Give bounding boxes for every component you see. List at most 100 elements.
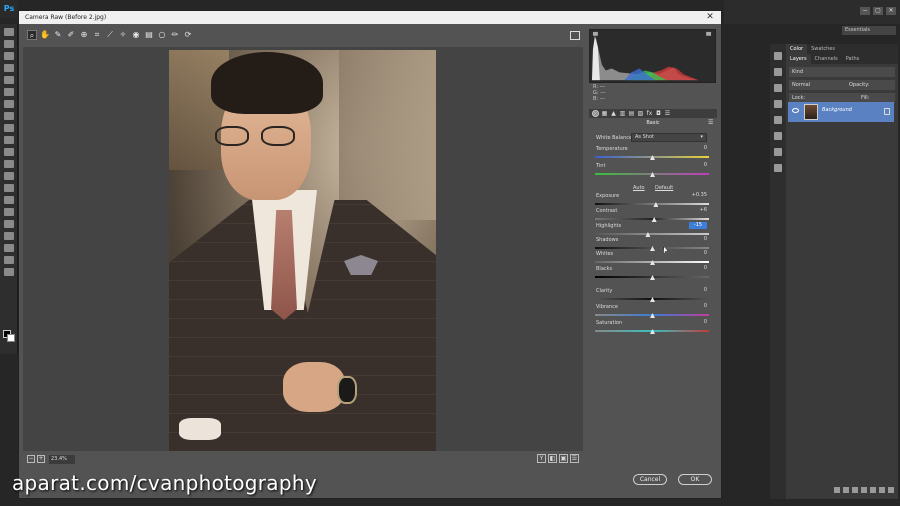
group-icon[interactable] (870, 487, 876, 493)
tab-hsl-icon[interactable]: ▥ (619, 110, 626, 117)
slider-value-field[interactable]: +6 (689, 207, 707, 214)
zoom-in-button[interactable]: + (37, 455, 45, 463)
slider-value-field[interactable]: -15 (689, 222, 707, 229)
new-layer-icon[interactable] (879, 487, 885, 493)
red-eye-icon[interactable]: ◉ (131, 30, 141, 40)
zoom-out-button[interactable]: − (27, 455, 35, 463)
pen-tool-icon[interactable] (3, 196, 14, 204)
lock-icon[interactable] (884, 108, 890, 115)
lasso-tool-icon[interactable] (3, 52, 14, 60)
rotate-icon[interactable]: ⟳ (183, 30, 193, 40)
slider-value-field[interactable]: 0 (689, 287, 707, 294)
type-tool-icon[interactable] (3, 208, 14, 216)
crop-icon[interactable]: ⌗ (92, 30, 102, 40)
slider-vibrance[interactable]: Vibrance 0 (595, 303, 709, 318)
shape-tool-icon[interactable] (3, 232, 14, 240)
tab-detail-icon[interactable]: ▲ (610, 110, 617, 117)
zoom-tool-icon[interactable] (3, 256, 14, 264)
slider-whites[interactable]: Whites 0 (595, 250, 709, 265)
slider-track[interactable] (595, 203, 709, 205)
swap-settings-button[interactable]: ◧ (548, 454, 557, 463)
slider-value-field[interactable]: 0 (689, 319, 707, 326)
slider-highlights[interactable]: Highlights -15 (595, 222, 709, 237)
tab-camera-calibration-icon[interactable]: ◘ (655, 110, 662, 117)
eraser-tool-icon[interactable] (3, 148, 14, 156)
slider-track[interactable] (595, 218, 709, 220)
fullscreen-toggle-icon[interactable] (570, 31, 580, 40)
slider-contrast[interactable]: Contrast +6 (595, 207, 709, 222)
gradient-tool-icon[interactable] (3, 160, 14, 168)
quick-select-tool-icon[interactable] (3, 64, 14, 72)
slider-exposure[interactable]: Exposure +0.35 (595, 192, 709, 207)
move-tool-icon[interactable] (3, 28, 14, 36)
adjustment-layer-icon[interactable] (861, 487, 867, 493)
healing-tool-icon[interactable] (3, 100, 14, 108)
slider-value-field[interactable]: 0 (689, 265, 707, 272)
slider-clarity[interactable]: Clarity 0 (595, 287, 709, 302)
cancel-button[interactable]: Cancel (633, 474, 667, 485)
blend-mode-select[interactable]: Normal Opacity: (789, 80, 895, 90)
spot-removal-icon[interactable]: ✧ (118, 30, 128, 40)
stamp-tool-icon[interactable] (3, 124, 14, 132)
color-sampler-icon[interactable]: ✐ (66, 30, 76, 40)
tab-tone-curve-icon[interactable]: ▦ (601, 110, 608, 117)
tab-split-toning-icon[interactable]: ▤ (628, 110, 635, 117)
tab-paths[interactable]: Paths (842, 54, 864, 64)
slider-shadows[interactable]: Shadows 0 (595, 236, 709, 251)
target-adjust-icon[interactable]: ⊕ (79, 30, 89, 40)
tab-color[interactable]: Color (786, 44, 808, 54)
tab-layers[interactable]: Layers (786, 54, 811, 64)
slider-saturation[interactable]: Saturation 0 (595, 319, 709, 334)
zoom-icon[interactable]: ⌕ (27, 30, 37, 40)
brush-tool-icon[interactable] (3, 112, 14, 120)
slider-value-field[interactable]: 0 (689, 250, 707, 257)
edit-toolbar-icon[interactable] (3, 268, 14, 276)
auto-button[interactable]: Auto (633, 185, 645, 191)
zoom-level-select[interactable]: 23.4% (49, 455, 75, 464)
white-balance-icon[interactable]: ✎ (53, 30, 63, 40)
layer-style-icon[interactable] (843, 487, 849, 493)
slider-value-field[interactable]: 0 (689, 145, 707, 152)
panel-menu-icon[interactable]: ☰ (708, 119, 716, 126)
tab-lens-corrections-icon[interactable]: ▧ (637, 110, 644, 117)
history-brush-tool-icon[interactable] (3, 136, 14, 144)
brush-panel-icon[interactable] (774, 132, 782, 140)
actions-panel-icon[interactable] (774, 68, 782, 76)
crop-tool-icon[interactable] (3, 76, 14, 84)
straighten-icon[interactable]: ⟋ (105, 30, 115, 40)
properties-panel-icon[interactable] (774, 116, 782, 124)
before-after-toggle[interactable]: Y (537, 454, 546, 463)
slider-value-field[interactable]: 0 (689, 303, 707, 310)
slider-track[interactable] (595, 233, 709, 235)
preview-preferences-button[interactable]: ☰ (570, 454, 579, 463)
slider-blacks[interactable]: Blacks 0 (595, 265, 709, 280)
default-button[interactable]: Default (655, 185, 673, 191)
minimize-button[interactable]: − (860, 7, 870, 15)
brush-icon[interactable]: ✏ (170, 30, 180, 40)
slider-value-field[interactable]: +0.35 (689, 192, 707, 199)
slider-tint[interactable]: Tint 0 (595, 162, 709, 177)
hand-tool-icon[interactable] (3, 244, 14, 252)
marquee-tool-icon[interactable] (3, 40, 14, 48)
trash-icon[interactable] (888, 487, 894, 493)
visibility-eye-icon[interactable] (792, 108, 799, 113)
radial-filter-icon[interactable]: ○ (157, 30, 167, 40)
image-preview-area[interactable] (23, 47, 583, 451)
eyedropper-tool-icon[interactable] (3, 88, 14, 96)
slider-value-field[interactable]: 0 (689, 236, 707, 243)
dialog-close-button[interactable]: ✕ (699, 11, 721, 24)
paragraph-panel-icon[interactable] (774, 164, 782, 172)
copy-settings-button[interactable]: ▣ (559, 454, 568, 463)
highlight-clipping-warning-icon[interactable] (706, 31, 712, 36)
background-color-swatch[interactable] (7, 334, 15, 342)
tab-swatches[interactable]: Swatches (807, 44, 839, 54)
info-panel-icon[interactable] (774, 84, 782, 92)
slider-temperature[interactable]: Temperature 0 (595, 145, 709, 160)
dodge-tool-icon[interactable] (3, 184, 14, 192)
tab-effects-icon[interactable]: fx (646, 110, 653, 117)
link-layers-icon[interactable] (834, 487, 840, 493)
close-app-button[interactable]: ✕ (886, 7, 896, 15)
slider-value-field[interactable]: 0 (689, 162, 707, 169)
history-panel-icon[interactable] (774, 52, 782, 60)
white-balance-select[interactable]: As Shot ▾ (631, 133, 707, 142)
